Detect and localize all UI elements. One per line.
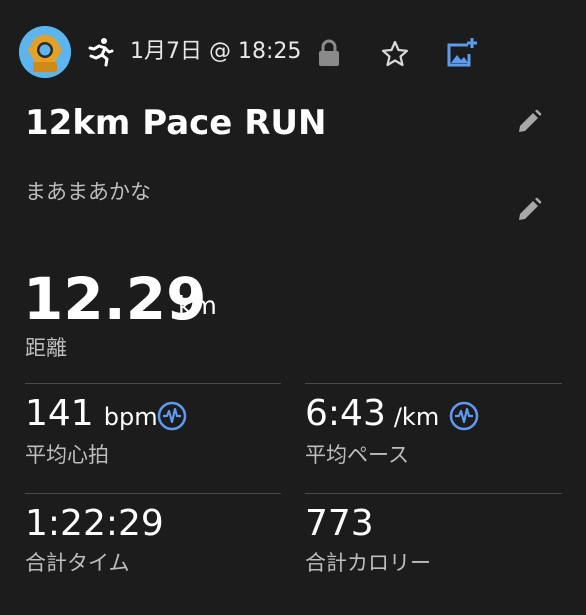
calories-value: 773 — [305, 503, 374, 544]
pace-stat: 6:43 /km — [305, 392, 439, 436]
distance-unit: km — [178, 291, 217, 320]
divider — [305, 383, 562, 384]
edit-title-pencil-icon[interactable] — [515, 108, 543, 136]
pulse-chart-icon[interactable] — [449, 401, 479, 431]
star-outline-icon[interactable] — [380, 39, 410, 69]
pace-unit: /km — [393, 403, 440, 431]
pace-label: 平均ペース — [305, 443, 409, 467]
avatar[interactable] — [19, 26, 71, 78]
activity-description: まあまあかな — [25, 180, 151, 204]
heart-rate-label: 平均心拍 — [25, 443, 109, 467]
total-time-label: 合計タイム — [25, 551, 130, 575]
pace-value: 6:43 — [305, 393, 386, 434]
heart-rate-stat: 141 bpm — [25, 392, 158, 436]
total-time-value: 1:22:29 — [25, 503, 164, 544]
activity-title: 12km Pace RUN — [25, 103, 327, 143]
edit-description-pencil-icon[interactable] — [515, 196, 543, 224]
calories-label: 合計カロリー — [305, 551, 431, 575]
heart-rate-unit: bpm — [103, 403, 158, 431]
distance-label: 距離 — [25, 336, 67, 360]
activity-datetime: 1月7日 @ 18:25 — [130, 39, 302, 64]
running-person-icon — [88, 38, 114, 67]
lock-icon[interactable] — [316, 38, 342, 68]
add-photo-icon[interactable] — [444, 36, 478, 70]
pulse-chart-icon[interactable] — [157, 401, 187, 431]
divider — [305, 493, 562, 494]
diving-helmet-icon — [19, 26, 71, 78]
divider — [25, 383, 281, 384]
divider — [25, 493, 281, 494]
heart-rate-value: 141 — [25, 393, 94, 434]
